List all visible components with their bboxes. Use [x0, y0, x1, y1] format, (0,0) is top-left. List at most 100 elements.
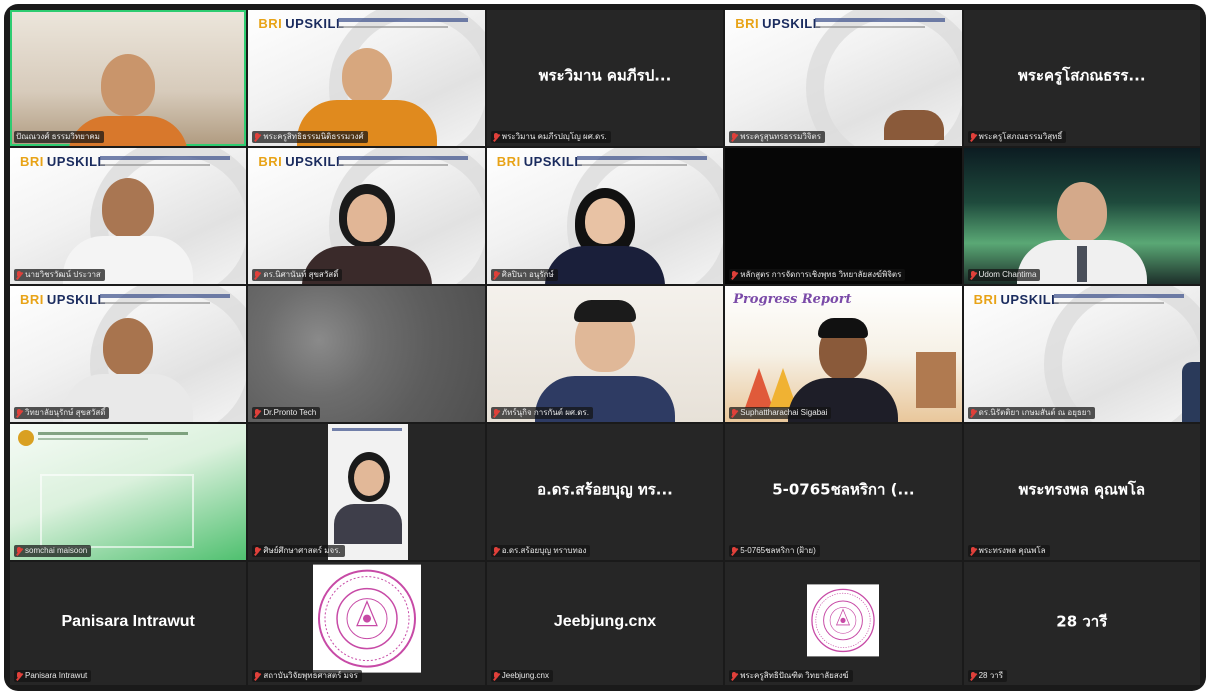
participant-video [63, 304, 194, 422]
institution-seal-avatar [312, 564, 421, 673]
participant-name-label: ดร.นิศานันท์ สุขสวัสดิ์ [252, 269, 343, 281]
participant-tile[interactable]: พระทรงพล คุณพโล พระทรงพล คุณพโล [963, 424, 1200, 560]
participant-display-name: พระทรงพล คุณพโล [1018, 480, 1146, 499]
bri-upskill-logo: BRI UPSKILL [973, 292, 1060, 307]
participant-video [788, 312, 899, 422]
slide-title: Progress Report [733, 292, 852, 307]
participant-tile[interactable]: Dr.Pronto Tech [248, 286, 485, 422]
participant-name-label: พระครูสุนทรธรรมวิจิตร [729, 131, 826, 143]
mic-muted-icon [970, 132, 976, 142]
participant-name-label: ภัทร์นุกิจ การกันต์ ผศ.ดร. [490, 407, 593, 419]
mic-muted-icon [970, 671, 976, 681]
participant-name-label: ศิษย์ศึกษาศาสตร์ มจร. [252, 545, 345, 557]
participant-tile[interactable]: somchai maisoon [10, 424, 247, 560]
mic-muted-icon [970, 270, 976, 280]
participant-video [296, 26, 437, 146]
participant-tile[interactable]: พระครูสิทธิปัณฑิต วิทยาลัยสงฆ์ [725, 562, 962, 685]
mic-muted-icon [731, 671, 737, 681]
participant-video [68, 16, 189, 146]
participant-tile[interactable]: BRI UPSKILL วิทยาลัยนุรักษ์ สุขสวัสดิ์ [10, 286, 247, 422]
participant-tile[interactable]: 28 วารี 28 วารี [963, 562, 1200, 685]
bri-upskill-logo: BRI UPSKILL [496, 154, 583, 169]
participant-video [540, 172, 670, 284]
participant-tile[interactable]: ภัทร์นุกิจ การกันต์ ผศ.ดร. [486, 286, 724, 422]
mic-muted-icon [731, 408, 737, 418]
participant-tile[interactable]: หลักสูตร การจัดการเชิงพุทธ วิทยาลัยสงฆ์พ… [725, 148, 962, 284]
participant-display-name: 5-0765ชลหริกา (... [772, 480, 915, 499]
mic-muted-icon [254, 270, 260, 280]
participant-tile[interactable]: Jeebjung.cnx Jeebjung.cnx [486, 562, 724, 685]
video-call-window: ปัณณวงศ์ ธรรมวิทยาคม BRI UPSKILL พระครูสิ… [4, 4, 1206, 691]
participant-name-label: นายวิชรวัฒน์ ประวาส [14, 269, 105, 281]
participant-name-label: ดร.นิรัตติยา เกษมสันต์ ณ อยุธยา [967, 407, 1095, 419]
participant-display-name: Jeebjung.cnx [553, 612, 657, 630]
mic-muted-icon [493, 408, 499, 418]
participant-video [328, 424, 409, 560]
mic-muted-icon [254, 671, 260, 681]
mic-muted-icon [254, 408, 260, 418]
participant-name-label: ศิลปินา อนุรักษ์ [490, 269, 558, 281]
participant-video [1016, 172, 1147, 284]
participant-name-label: พระทรงพล คุณพโล [967, 545, 1050, 557]
participant-video [301, 172, 432, 284]
participant-tile[interactable]: Panisara Intrawut Panisara Intrawut [10, 562, 247, 685]
participant-tile[interactable]: สถาบันวิจัยพุทธศาสตร์ มจร [248, 562, 485, 685]
participant-tile[interactable]: พระครูโสภณธรร... พระครูโสภณธรรมวิสุทธิ์ [963, 10, 1200, 146]
mic-muted-icon [254, 546, 260, 556]
participant-display-name: อ.ดร.สร้อยบุญ ทร... [537, 480, 673, 499]
participant-tile[interactable]: พระวิมาน คมภีรป... พระวิมาน คมภีรปญฺโญ ผ… [486, 10, 724, 146]
mic-muted-icon [731, 270, 737, 280]
participant-name-label: Panisara Intrawut [14, 670, 92, 682]
mic-muted-icon [16, 671, 22, 681]
participant-display-name: 28 วารี [1056, 612, 1108, 631]
participant-name-label: พระครูสิทธิธรรมนิติธรรมวงศ์ [252, 131, 368, 143]
mic-muted-icon [16, 270, 22, 280]
participant-tile[interactable]: Udom Chantima [963, 148, 1200, 284]
participant-name-label: Dr.Pronto Tech [252, 407, 321, 419]
participant-name-label: หลักสูตร การจัดการเชิงพุทธ วิทยาลัยสงฆ์พ… [729, 269, 906, 281]
participant-tile[interactable]: ปัณณวงศ์ ธรรมวิทยาคม [10, 10, 247, 146]
mic-muted-icon [254, 132, 260, 142]
participant-tile[interactable]: 5-0765ชลหริกา (... 5-0765ชลหริกา (ฝ้าย) [725, 424, 962, 560]
participant-name-label: สถาบันวิจัยพุทธศาสตร์ มจร [252, 670, 362, 682]
bri-upskill-logo: BRI UPSKILL [258, 154, 345, 169]
participant-name-label: Jeebjung.cnx [490, 670, 553, 682]
participant-name-label: พระครูโสภณธรรมวิสุทธิ์ [967, 131, 1067, 143]
mic-muted-icon [493, 132, 499, 142]
participant-display-name: พระครูโสภณธรร... [1018, 66, 1146, 85]
participant-tile[interactable]: BRI UPSKILL พระครูสิทธิธรรมนิติธรรมวงศ์ [248, 10, 485, 146]
participant-video [534, 298, 675, 422]
participant-name-label: อ.ดร.สร้อยบุญ ทราบทอง [490, 545, 591, 557]
mic-muted-icon [493, 671, 499, 681]
participant-tile[interactable]: Progress Report Suphattharachai Sigabai [725, 286, 962, 422]
participant-display-name: พระวิมาน คมภีรป... [538, 66, 672, 85]
participant-name-label: 28 วารี [967, 670, 1007, 682]
institution-seal-avatar [807, 583, 880, 656]
mic-muted-icon [731, 132, 737, 142]
participant-tile[interactable]: BRI UPSKILL ดร.นิรัตติยา เกษมสันต์ ณ อยุธ… [963, 286, 1200, 422]
mic-muted-icon [970, 408, 976, 418]
participant-video [63, 166, 194, 284]
participant-tile[interactable]: BRI UPSKILL ศิลปินา อนุรักษ์ [486, 148, 724, 284]
mic-muted-icon [16, 408, 22, 418]
participant-tile[interactable]: อ.ดร.สร้อยบุญ ทร... อ.ดร.สร้อยบุญ ทราบทอ… [486, 424, 724, 560]
participant-tile[interactable]: ศิษย์ศึกษาศาสตร์ มจร. [248, 424, 485, 560]
participant-name-label: 5-0765ชลหริกา (ฝ้าย) [729, 545, 820, 557]
participant-name-label: Suphattharachai Sigabai [729, 407, 832, 419]
mic-muted-icon [970, 546, 976, 556]
participant-name-label: พระครูสิทธิปัณฑิต วิทยาลัยสงฆ์ [729, 670, 853, 682]
mic-muted-icon [493, 270, 499, 280]
participant-tile[interactable]: BRI UPSKILL ดร.นิศานันท์ สุขสวัสดิ์ [248, 148, 485, 284]
mic-muted-icon [731, 546, 737, 556]
participant-name-label: somchai maisoon [14, 545, 92, 557]
participant-name-label: วิทยาลัยนุรักษ์ สุขสวัสดิ์ [14, 407, 110, 419]
participant-display-name: Panisara Intrawut [61, 612, 195, 630]
participant-tile[interactable]: BRI UPSKILL พระครูสุนทรธรรมวิจิตร [725, 10, 962, 146]
participant-name-label: Udom Chantima [967, 269, 1041, 281]
participant-name-label: พระวิมาน คมภีรปญฺโญ ผศ.ดร. [490, 131, 611, 143]
mic-muted-icon [493, 546, 499, 556]
bri-upskill-logo: BRI UPSKILL [735, 16, 822, 31]
participant-name-label: ปัณณวงศ์ ธรรมวิทยาคม [14, 131, 104, 143]
mic-muted-icon [16, 546, 22, 556]
participant-tile[interactable]: BRI UPSKILL นายวิชรวัฒน์ ประวาส [10, 148, 247, 284]
